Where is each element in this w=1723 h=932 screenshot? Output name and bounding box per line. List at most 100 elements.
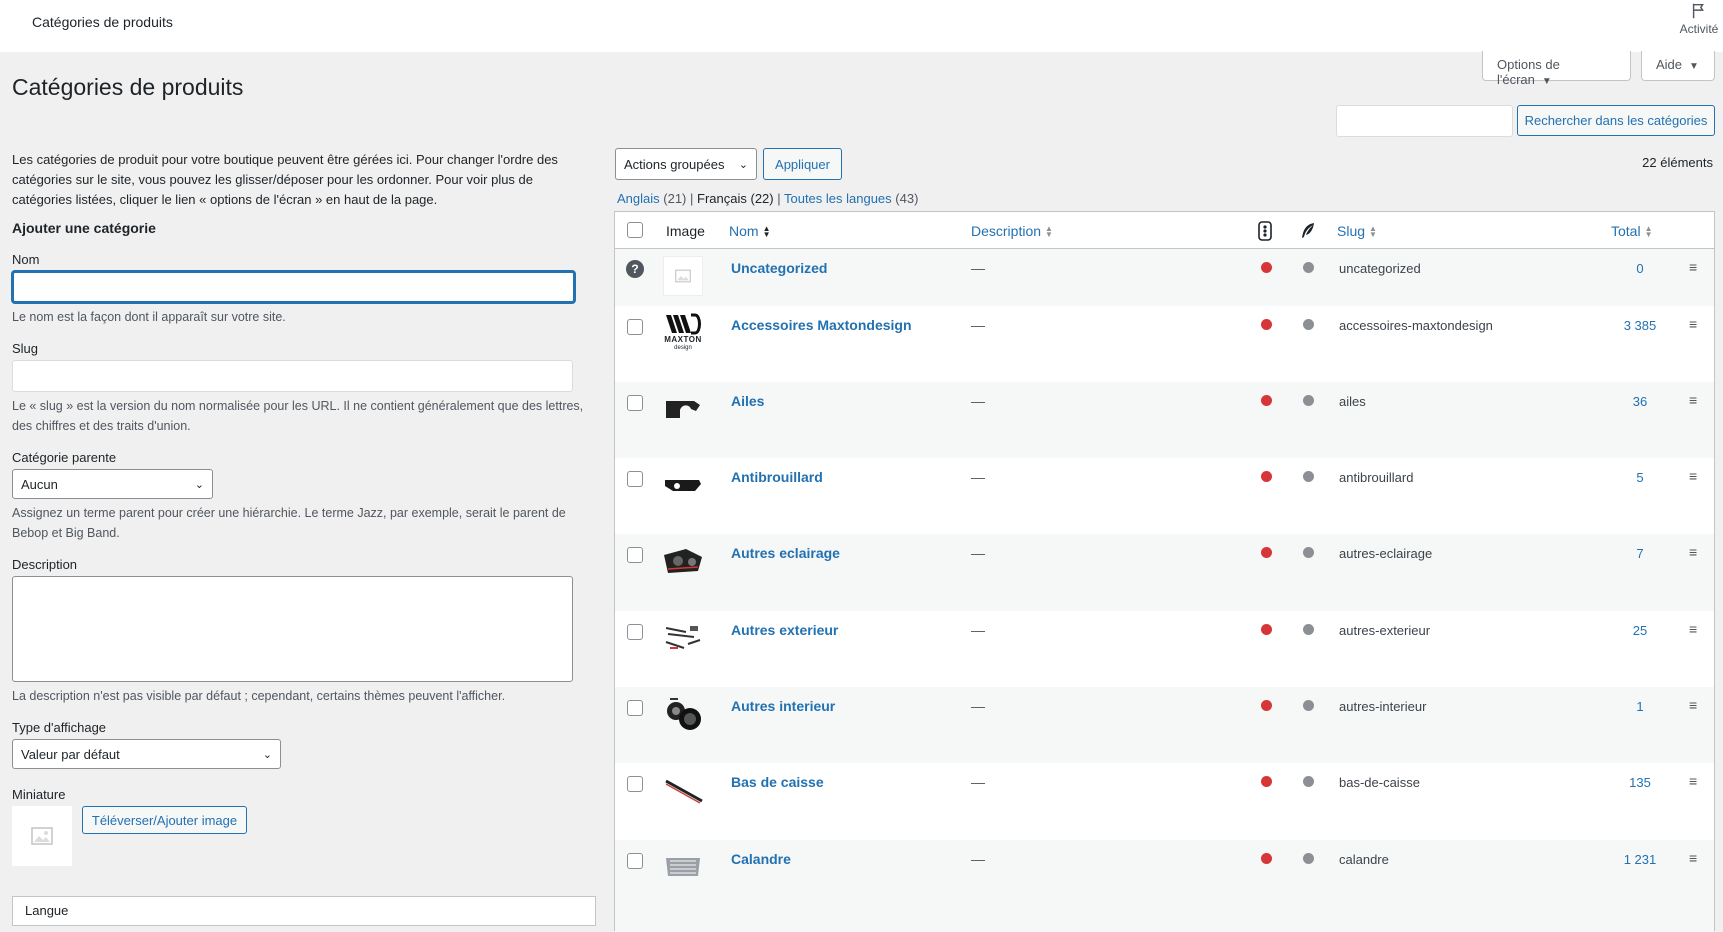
row-checkbox[interactable] [627, 624, 643, 640]
flag-icon [1692, 3, 1704, 19]
search-categories-button[interactable]: Rechercher dans les catégories [1517, 105, 1715, 136]
row-count-link[interactable]: 7 [1610, 546, 1670, 561]
column-total[interactable]: Total ▲ ▼ [1611, 223, 1653, 239]
name-input[interactable] [12, 271, 575, 303]
description-textarea[interactable] [12, 576, 573, 682]
row-thumbnail [662, 540, 704, 582]
slug-input[interactable] [12, 360, 573, 392]
row-name-link[interactable]: Calandre [731, 851, 791, 867]
row-count-link[interactable]: 135 [1610, 775, 1670, 790]
drag-handle-icon[interactable]: ≡ [1689, 468, 1697, 484]
filter-french[interactable]: Français [697, 191, 747, 206]
translation-missing-dot[interactable] [1261, 853, 1272, 864]
sort-icon: ▲ ▼ [1644, 224, 1653, 240]
drag-handle-icon[interactable]: ≡ [1689, 773, 1697, 789]
row-count-link[interactable]: 5 [1610, 470, 1670, 485]
display-type-select[interactable]: Valeur par défaut ⌄ [12, 739, 281, 769]
thumbnail-preview [12, 806, 72, 866]
screen-options-button[interactable]: Options de l'écran ▼ [1482, 51, 1631, 87]
filter-english[interactable]: Anglais [617, 191, 660, 206]
drag-handle-icon[interactable]: ≡ [1689, 259, 1697, 275]
help-button[interactable]: Aide ▼ [1641, 51, 1715, 81]
row-checkbox[interactable] [627, 853, 643, 869]
exterior-kit-image [665, 626, 701, 649]
status-dot [1303, 853, 1314, 864]
chevron-down-icon: ⌄ [262, 748, 272, 761]
translation-missing-dot[interactable] [1261, 776, 1272, 787]
row-description: — [971, 469, 985, 485]
bulk-actions-select[interactable]: Actions groupées ⌄ [615, 148, 757, 180]
drag-handle-icon[interactable]: ≡ [1689, 621, 1697, 637]
select-all-checkbox[interactable] [627, 222, 643, 238]
drag-handle-icon[interactable]: ≡ [1689, 316, 1697, 332]
translation-missing-dot[interactable] [1261, 471, 1272, 482]
row-name-link[interactable]: Autres eclairage [731, 545, 840, 561]
parent-select-value: Aucun [21, 476, 58, 492]
drag-handle-icon[interactable]: ≡ [1689, 697, 1697, 713]
column-description[interactable]: Description ▲ ▼ [971, 223, 1053, 239]
row-name-link[interactable]: Ailes [731, 393, 764, 409]
row-count-link[interactable]: 36 [1610, 394, 1670, 409]
column-slug[interactable]: Slug ▲ ▼ [1337, 223, 1377, 239]
sort-icon: ▲ ▼ [1369, 224, 1377, 240]
drag-handle-icon[interactable]: ≡ [1689, 544, 1697, 560]
translation-missing-dot[interactable] [1261, 262, 1272, 273]
status-dot [1303, 776, 1314, 787]
row-count-link[interactable]: 1 231 [1610, 852, 1670, 867]
translation-missing-dot[interactable] [1261, 624, 1272, 635]
activity-label: Activité [1679, 22, 1719, 36]
apply-button[interactable]: Appliquer [763, 148, 842, 180]
row-name-link[interactable]: Bas de caisse [731, 774, 824, 790]
translation-missing-dot[interactable] [1261, 395, 1272, 406]
drag-handle-icon[interactable]: ≡ [1689, 850, 1697, 866]
categories-table: Image Nom ▲ ▼ Description ▲ ▼ Slug ▲ ▼ Total ▲ ▼… [614, 211, 1715, 932]
filter-all-languages[interactable]: Toutes les langues [784, 191, 892, 206]
status-dot [1303, 319, 1314, 330]
fender-image [666, 401, 700, 418]
row-name-link[interactable]: Antibrouillard [731, 469, 823, 485]
form-heading: Ajouter une catégorie [12, 220, 156, 236]
activity-button[interactable]: Activité [1669, 2, 1723, 36]
grille-image [666, 858, 700, 876]
translation-missing-dot[interactable] [1261, 319, 1272, 330]
row-count-link[interactable]: 3 385 [1610, 318, 1670, 333]
column-name[interactable]: Nom ▲ ▼ [729, 223, 770, 239]
translation-status-icon [1257, 221, 1273, 244]
thumbnail-row: Téléverser/Ajouter image [12, 806, 594, 866]
row-name-link[interactable]: Autres interieur [731, 698, 835, 714]
row-checkbox[interactable] [627, 395, 643, 411]
translation-missing-dot[interactable] [1261, 547, 1272, 558]
row-thumbnail [662, 255, 704, 297]
translation-missing-dot[interactable] [1261, 700, 1272, 711]
row-checkbox[interactable] [627, 547, 643, 563]
row-slug: bas-de-caisse [1339, 775, 1420, 790]
row-name-link[interactable]: Autres exterieur [731, 622, 838, 638]
row-thumbnail [662, 846, 704, 888]
bulk-actions-value: Actions groupées [624, 156, 725, 172]
search-input[interactable] [1336, 105, 1513, 137]
row-checkbox[interactable] [627, 700, 643, 716]
row-checkbox[interactable] [627, 776, 643, 792]
column-total-label: Total [1611, 223, 1641, 239]
parent-help: Assignez un terme parent pour créer une … [12, 506, 566, 540]
column-name-label: Nom [729, 223, 759, 239]
upload-image-button[interactable]: Téléverser/Ajouter image [82, 806, 247, 834]
row-count-link[interactable]: 0 [1610, 261, 1670, 276]
sort-icon: ▲ ▼ [1045, 224, 1053, 240]
row-checkbox[interactable] [627, 471, 643, 487]
description-label: Description [12, 557, 78, 572]
name-label: Nom [12, 252, 40, 267]
row-checkbox[interactable] [627, 319, 643, 335]
row-description: — [971, 774, 985, 790]
row-count-link[interactable]: 1 [1610, 699, 1670, 714]
chevron-down-icon: ⌄ [738, 158, 748, 171]
maxton-logo-sub: design [674, 345, 692, 351]
maxton-logo: MAXTON design [664, 313, 702, 353]
row-description: — [971, 260, 985, 276]
row-name-link[interactable]: Accessoires Maxtondesign [731, 317, 912, 333]
row-name-link[interactable]: Uncategorized [731, 260, 827, 276]
row-count-link[interactable]: 25 [1610, 623, 1670, 638]
parent-category-select[interactable]: Aucun ⌄ [12, 469, 213, 499]
row-description: — [971, 393, 985, 409]
drag-handle-icon[interactable]: ≡ [1689, 392, 1697, 408]
